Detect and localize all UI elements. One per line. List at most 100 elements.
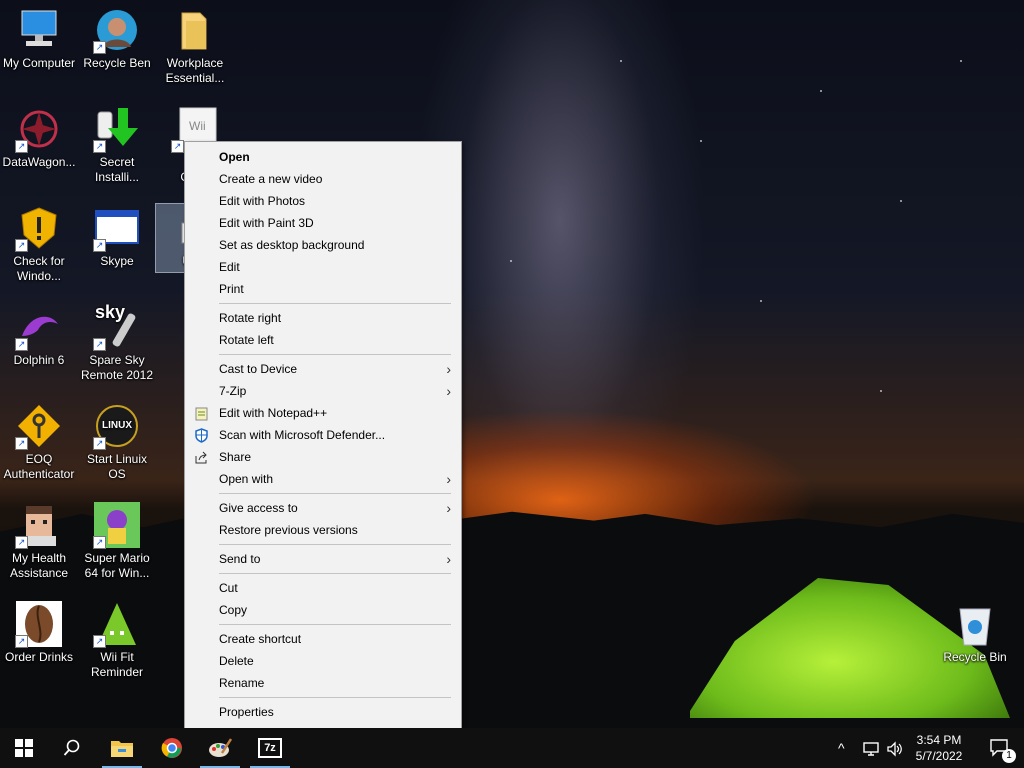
menu-item-scan-with-defender[interactable]: Scan with Microsoft Defender... <box>185 424 461 446</box>
menu-separator <box>219 544 451 545</box>
download-arrow-icon: ↗ <box>93 105 141 153</box>
menu-item-edit[interactable]: Edit <box>185 256 461 278</box>
icon-label: Skype <box>100 254 134 268</box>
chevron-right-icon: › <box>446 500 451 516</box>
shortcut-arrow-icon: ↗ <box>15 338 28 351</box>
network-icon[interactable] <box>862 728 880 768</box>
icon-label: Order Drinks <box>4 650 73 664</box>
menu-item-rotate-right[interactable]: Rotate right <box>185 307 461 329</box>
menu-item-label: Edit with Photos <box>219 194 306 208</box>
menu-item-edit-with-photos[interactable]: Edit with Photos <box>185 190 461 212</box>
menu-item-label: Rotate left <box>219 333 274 347</box>
menu-item-label: Cast to Device <box>219 362 298 376</box>
volume-icon[interactable] <box>886 728 904 768</box>
menu-item-restore-previous-versions[interactable]: Restore previous versions <box>185 519 461 541</box>
menu-item-label: Open <box>219 150 250 164</box>
dolphin-icon: ↗ <box>15 303 63 351</box>
menu-item-copy[interactable]: Copy <box>185 599 461 621</box>
desktop-icon-datawagon[interactable]: ↗ DataWagon... <box>0 105 78 170</box>
desktop-icon-dolphin[interactable]: ↗ Dolphin 6 <box>0 303 78 368</box>
menu-item-send-to[interactable]: Send to › <box>185 548 461 570</box>
shortcut-arrow-icon: ↗ <box>93 140 106 153</box>
shortcut-arrow-icon: ↗ <box>93 635 106 648</box>
icon-label: Spare Sky <box>89 353 145 367</box>
menu-item-rotate-left[interactable]: Rotate left <box>185 329 461 351</box>
shortcut-arrow-icon: ↗ <box>15 437 28 450</box>
clock-date: 5/7/2022 <box>915 749 963 763</box>
search-button[interactable] <box>48 728 96 768</box>
icon-label: Remote 2012 <box>80 368 154 382</box>
file-explorer-button[interactable] <box>98 728 146 768</box>
menu-item-set-desktop-background[interactable]: Set as desktop background <box>185 234 461 256</box>
7zip-button[interactable]: 7z <box>246 728 294 768</box>
desktop-icon-workplace-essentials[interactable]: Workplace Essential... <box>156 6 234 86</box>
menu-item-share[interactable]: Share <box>185 446 461 468</box>
desktop-icon-order-drinks[interactable]: ↗ Order Drinks <box>0 600 78 665</box>
icon-label: Workplace <box>166 56 224 70</box>
menu-item-properties[interactable]: Properties <box>185 701 461 723</box>
shortcut-arrow-icon: ↗ <box>93 338 106 351</box>
icon-label: Recycle Bin <box>943 650 1007 664</box>
menu-item-create-new-video[interactable]: Create a new video <box>185 168 461 190</box>
desktop-icon-start-linux[interactable]: LINUX ↗ Start Linuix OS <box>78 402 156 482</box>
menu-item-edit-with-paint3d[interactable]: Edit with Paint 3D <box>185 212 461 234</box>
chevron-right-icon: › <box>446 361 451 377</box>
icon-label: Reminder <box>90 665 144 679</box>
show-hidden-icons-button[interactable]: ^ <box>838 728 845 768</box>
menu-item-cut[interactable]: Cut <box>185 577 461 599</box>
menu-item-label: Properties <box>219 705 274 719</box>
menu-item-label: Create shortcut <box>219 632 302 646</box>
remote-icon: sky ↗ <box>93 303 141 351</box>
coffee-bean-icon: ↗ <box>15 600 63 648</box>
desktop-icon-secret-installer[interactable]: ↗ Secret Installi... <box>78 105 156 185</box>
menu-item-label: Edit with Paint 3D <box>219 216 314 230</box>
desktop-icon-super-mario[interactable]: ↗ Super Mario 64 for Win... <box>78 501 156 581</box>
menu-item-cast-to-device[interactable]: Cast to Device › <box>185 358 461 380</box>
shortcut-arrow-icon: ↗ <box>93 41 106 54</box>
shortcut-arrow-icon: ↗ <box>15 239 28 252</box>
recycle-bin-icon <box>951 600 999 648</box>
notification-count-badge: 1 <box>1002 749 1016 763</box>
shortcut-arrow-icon: ↗ <box>93 239 106 252</box>
menu-item-create-shortcut[interactable]: Create shortcut <box>185 628 461 650</box>
icon-label: Authenticator <box>3 467 75 481</box>
chevron-right-icon: › <box>446 471 451 487</box>
menu-item-label: Rotate right <box>219 311 282 325</box>
desktop-icon-recycle-bin[interactable]: Recycle Bin <box>936 600 1014 665</box>
menu-item-rename[interactable]: Rename <box>185 672 461 694</box>
desktop-icon-my-computer[interactable]: My Computer <box>0 6 78 71</box>
menu-item-print[interactable]: Print <box>185 278 461 300</box>
desktop[interactable]: My Computer ↗ DataWagon... ↗ Check for W… <box>0 0 1024 728</box>
icon-label: Super Mario <box>84 551 150 565</box>
desktop-icon-my-health[interactable]: ↗ My Health Assistance <box>0 501 78 581</box>
menu-item-label: Delete <box>219 654 254 668</box>
menu-item-label: 7-Zip <box>219 384 247 398</box>
menu-item-give-access-to[interactable]: Give access to › <box>185 497 461 519</box>
game-character-icon: ↗ <box>93 501 141 549</box>
menu-item-7zip[interactable]: 7-Zip › <box>185 380 461 402</box>
action-center-button[interactable]: 1 <box>976 728 1024 768</box>
desktop-icon-wii-fit-reminder[interactable]: ↗ Wii Fit Reminder <box>78 600 156 680</box>
menu-item-edit-with-notepadpp[interactable]: Edit with Notepad++ <box>185 402 461 424</box>
menu-item-open[interactable]: Open <box>185 146 461 168</box>
paint-button[interactable] <box>196 728 244 768</box>
desktop-icon-spare-sky-remote[interactable]: sky ↗ Spare Sky Remote 2012 <box>78 303 156 383</box>
start-button[interactable] <box>0 728 48 768</box>
shortcut-arrow-icon: ↗ <box>15 635 28 648</box>
menu-item-delete[interactable]: Delete <box>185 650 461 672</box>
linux-icon: LINUX ↗ <box>93 402 141 450</box>
mandala-icon: ↗ <box>15 105 63 153</box>
menu-item-label: Create a new video <box>219 172 323 186</box>
desktop-icon-recycle-ben[interactable]: ↗ Recycle Ben <box>78 6 156 71</box>
menu-separator <box>219 573 451 574</box>
desktop-icon-skype[interactable]: ↗ Skype <box>78 204 156 269</box>
menu-separator <box>219 354 451 355</box>
desktop-icon-check-for-windows[interactable]: ↗ Check for Windo... <box>0 204 78 284</box>
clock[interactable]: 3:54 PM 5/7/2022 <box>904 732 974 764</box>
menu-separator <box>219 493 451 494</box>
desktop-icon-eoq-authenticator[interactable]: ↗ EOQ Authenticator <box>0 402 78 482</box>
pixel-face-icon: ↗ <box>15 501 63 549</box>
menu-item-open-with[interactable]: Open with › <box>185 468 461 490</box>
menu-item-label: Cut <box>219 581 238 595</box>
chrome-button[interactable] <box>148 728 196 768</box>
